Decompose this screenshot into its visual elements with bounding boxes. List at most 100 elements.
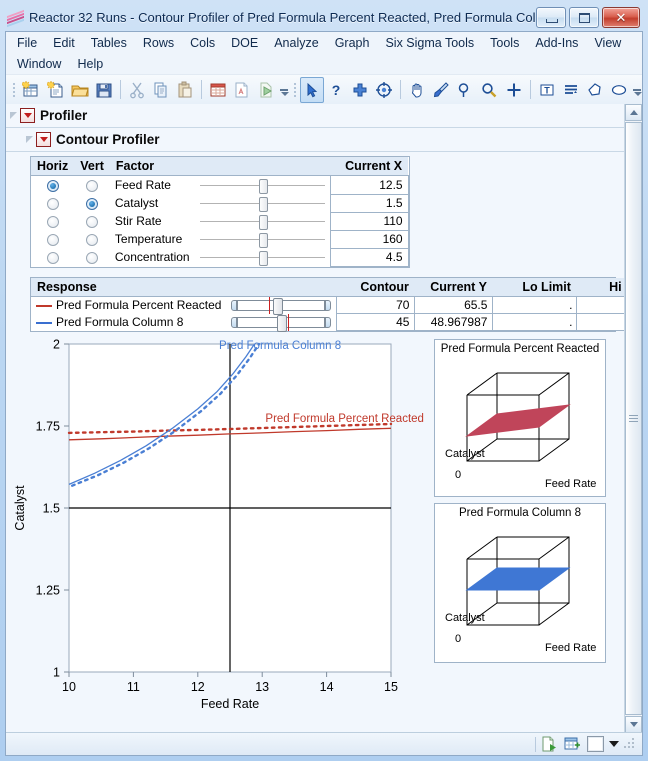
menu-cols[interactable]: Cols [182,34,223,52]
text-annotate-icon[interactable]: T [534,77,558,103]
slider-cap-right[interactable] [325,299,332,311]
response-slider-cell[interactable] [226,313,337,332]
color-swatch[interactable] [587,736,604,752]
factor-slider-cell[interactable] [195,212,331,230]
current-x-value-1[interactable]: 1.5 [329,193,409,213]
data-table-icon[interactable] [206,77,230,103]
factor-slider-cell[interactable] [195,230,331,248]
resize-grip[interactable] [624,738,636,750]
vert-radio-cell[interactable] [74,176,110,195]
slider-thumb[interactable] [273,297,284,315]
horiz-radio-2[interactable] [46,215,59,228]
menu-doe[interactable]: DOE [223,34,266,52]
hand-grabber-icon[interactable] [405,77,429,103]
question-help-icon[interactable]: ? [324,77,348,103]
menu-window[interactable]: Window [9,55,69,73]
paste-icon[interactable] [173,77,197,103]
dropdown-caret-icon[interactable] [609,741,619,747]
menu-rows[interactable]: Rows [135,34,182,52]
menu-help[interactable]: Help [69,55,111,73]
vert-radio-2[interactable] [86,215,99,228]
menu-view[interactable]: View [586,34,629,52]
slider-thumb[interactable] [258,215,268,230]
current-x-value-2[interactable]: 110 [329,211,409,231]
report-icon[interactable] [230,77,254,103]
horiz-radio-cell[interactable] [31,212,74,230]
copy-icon[interactable] [149,77,173,103]
toolbar-overflow-2[interactable] [632,79,642,101]
horiz-radio-cell[interactable] [31,230,74,248]
vert-radio-3[interactable] [86,233,99,246]
menu-six-sigma-tools[interactable]: Six Sigma Tools [377,34,482,52]
scroll-thumb[interactable] [625,122,642,715]
new-data-table-icon[interactable] [19,77,43,103]
current-x-value-4[interactable]: 4.5 [329,247,409,267]
menu-analyze[interactable]: Analyze [266,34,326,52]
menu-tools[interactable]: Tools [482,34,527,52]
arrow-select-icon[interactable] [299,76,324,103]
contour-value-0[interactable]: 70 [336,295,416,314]
run-script-icon[interactable] [254,77,278,103]
vert-radio-cell[interactable] [74,230,110,248]
surface-panel-1[interactable]: Pred Formula Percent Reacted Catalyst 0 Fe… [434,339,606,497]
ellipse-icon[interactable] [607,77,631,103]
target-icon[interactable] [372,77,396,103]
slider-thumb[interactable] [258,197,268,212]
surface-panel-2[interactable]: Pred Formula Column 8 Catalyst 0 Feed Rate [434,503,606,663]
new-table-icon-status[interactable] [564,736,582,753]
horiz-radio-cell[interactable] [31,194,74,212]
lines-icon[interactable] [559,77,583,103]
vert-radio-1[interactable] [86,197,99,210]
disclosure-icon-contour-profiler[interactable] [36,131,51,147]
slider-thumb[interactable] [258,233,268,248]
slider-thumb[interactable] [258,179,268,194]
factor-slider-2[interactable] [199,213,325,230]
contour-value-1[interactable]: 45 [336,313,416,331]
horiz-radio-4[interactable] [46,251,59,264]
horiz-radio-3[interactable] [46,233,59,246]
toolbar-grip-1[interactable] [11,80,17,100]
open-file-icon[interactable] [68,77,92,103]
slider-thumb[interactable] [258,251,268,266]
plus-icon[interactable] [501,77,525,103]
lo-limit-value-0[interactable]: . [492,295,578,314]
factor-slider-3[interactable] [199,231,325,248]
menu-file[interactable]: File [9,34,45,52]
outline-contour-profiler[interactable]: Contour Profiler [6,128,624,150]
menu-graph[interactable]: Graph [327,34,378,52]
minimize-button[interactable] [536,7,566,28]
toolbar-grip-2[interactable] [291,80,297,100]
toolbar-overflow-1[interactable] [279,79,290,101]
vert-radio-cell[interactable] [74,248,110,266]
menu-edit[interactable]: Edit [45,34,83,52]
hi-limit-value-0[interactable]: . [576,295,624,314]
horiz-radio-0[interactable] [46,179,59,192]
maximize-button[interactable] [569,7,599,28]
factor-slider-1[interactable] [199,195,325,212]
lo-limit-value-1[interactable]: . [492,313,578,331]
disclosure-icon-profiler[interactable] [20,107,35,123]
scroll-down-button[interactable] [625,716,642,733]
crosshair-icon[interactable] [348,77,372,103]
new-script-icon[interactable] [44,77,68,103]
vert-radio-4[interactable] [86,251,99,264]
current-x-value-3[interactable]: 160 [329,229,409,249]
factor-slider-cell[interactable] [195,176,331,194]
response-slider-cell[interactable] [226,296,337,315]
brush-icon[interactable] [429,77,453,103]
slider-thumb[interactable] [277,314,288,332]
cut-icon[interactable] [125,77,149,103]
current-x-value-0[interactable]: 12.5 [329,175,409,195]
magnifier-zoom-icon[interactable] [477,77,501,103]
slider-cap-right[interactable] [325,316,332,328]
contour-plot[interactable]: 1 1.25 1.5 1.75 2 10 11 12 13 14 15 Feed Rate Cataly… [6,336,426,709]
scroll-up-button[interactable] [625,104,642,121]
vert-radio-cell[interactable] [74,194,110,212]
magnifier-lasso-icon[interactable] [453,77,477,103]
vertical-scrollbar[interactable] [624,104,642,733]
polygon-icon[interactable] [583,77,607,103]
save-icon[interactable] [92,77,116,103]
response-slider-1[interactable] [231,313,332,332]
menu-add-ins[interactable]: Add-Ins [527,34,586,52]
factor-slider-cell[interactable] [195,194,331,212]
